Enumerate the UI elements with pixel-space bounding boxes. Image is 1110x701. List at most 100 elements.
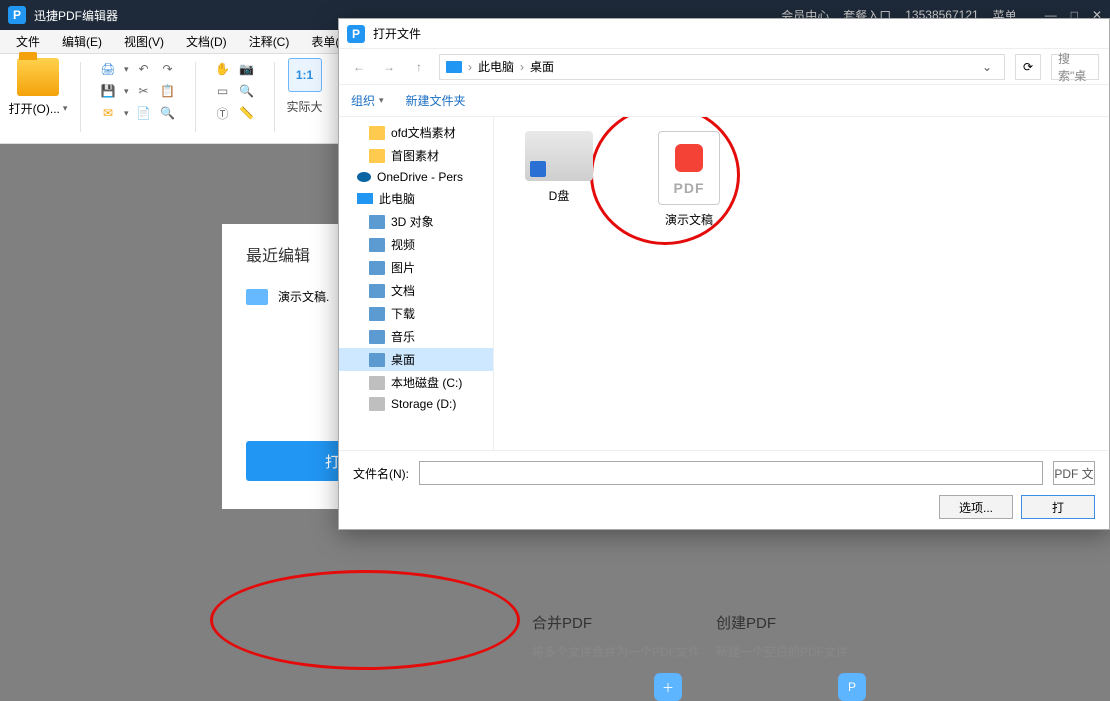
hand-icon[interactable]: ✋ bbox=[214, 60, 232, 78]
file-icon bbox=[246, 289, 268, 305]
tree-item-label: 文档 bbox=[391, 282, 415, 299]
undo-icon[interactable]: ↶ bbox=[135, 60, 153, 78]
file-item-drive[interactable]: D盘 bbox=[514, 131, 604, 204]
app-icon: P bbox=[8, 6, 26, 24]
pc-icon bbox=[357, 193, 373, 204]
tree-item[interactable]: OneDrive - Pers bbox=[339, 167, 493, 187]
create-title: 创建PDF bbox=[716, 612, 886, 633]
tree-item-label: 下载 bbox=[391, 305, 415, 322]
zoom-icon[interactable]: 🔍 bbox=[238, 82, 256, 100]
print-icon[interactable]: 🖨 bbox=[99, 60, 117, 78]
search-placeholder: 搜索"桌 bbox=[1058, 50, 1092, 84]
gen-icon bbox=[369, 284, 385, 298]
tree-item[interactable]: 文档 bbox=[339, 279, 493, 302]
open-label: 打开(O)... bbox=[9, 100, 60, 117]
dialog-title-bar: P 打开文件 bbox=[339, 19, 1109, 49]
filename-label: 文件名(N): bbox=[353, 465, 409, 482]
recent-item-name: 演示文稿. bbox=[278, 288, 329, 305]
chevron-down-icon[interactable]: ▾ bbox=[124, 86, 129, 97]
file-list[interactable]: D盘 PDF 演示文稿 bbox=[494, 117, 1109, 450]
search-input[interactable]: 搜索"桌 bbox=[1051, 54, 1099, 80]
gen-icon bbox=[369, 215, 385, 229]
merge-icon[interactable]: ＋ bbox=[654, 673, 682, 701]
measure-icon[interactable]: 📏 bbox=[238, 104, 256, 122]
breadcrumb-drop[interactable]: ⌄ bbox=[976, 60, 998, 74]
tree-item-label: 桌面 bbox=[391, 351, 415, 368]
onedrive-icon bbox=[357, 172, 371, 182]
breadcrumb[interactable]: › 此电脑 › 桌面 ⌄ bbox=[439, 54, 1005, 80]
tree-item[interactable]: 桌面 bbox=[339, 348, 493, 371]
breadcrumb-root[interactable]: 此电脑 bbox=[478, 58, 514, 75]
gen-icon bbox=[369, 261, 385, 275]
tree-item[interactable]: 视频 bbox=[339, 233, 493, 256]
merge-desc: 将多个文件合并为一个PDF文件 bbox=[532, 643, 702, 661]
tree-item-label: 首图素材 bbox=[391, 147, 439, 164]
open-button[interactable]: 打 bbox=[1021, 495, 1095, 519]
copy-icon[interactable]: 📄 bbox=[135, 104, 153, 122]
disk-icon bbox=[369, 397, 385, 411]
cut-icon[interactable]: ✂ bbox=[135, 82, 153, 100]
file-item-pdf[interactable]: PDF 演示文稿 bbox=[644, 131, 734, 228]
tree-item-label: 视频 bbox=[391, 236, 415, 253]
tree-item[interactable]: 下载 bbox=[339, 302, 493, 325]
menu-document[interactable]: 文档(D) bbox=[178, 31, 235, 52]
snapshot-icon[interactable]: 📷 bbox=[238, 60, 256, 78]
select-icon[interactable]: ▭ bbox=[214, 82, 232, 100]
tree-item-label: 此电脑 bbox=[379, 190, 415, 207]
fold-icon bbox=[369, 126, 385, 140]
options-button[interactable]: 选项... bbox=[939, 495, 1013, 519]
file-label: D盘 bbox=[549, 187, 570, 204]
paste-icon[interactable]: 📋 bbox=[159, 82, 177, 100]
nav-forward-button[interactable]: → bbox=[379, 57, 399, 77]
new-folder-button[interactable]: 新建文件夹 bbox=[406, 92, 466, 109]
tree-item[interactable]: 图片 bbox=[339, 256, 493, 279]
dialog-toolbar: 组织 ▾ 新建文件夹 bbox=[339, 85, 1109, 117]
redo-icon[interactable]: ↷ bbox=[159, 60, 177, 78]
fit-11-icon: 1:1 bbox=[288, 58, 322, 92]
file-label: 演示文稿 bbox=[665, 211, 713, 228]
gen-icon bbox=[369, 307, 385, 321]
pc-icon bbox=[446, 61, 462, 73]
organize-menu[interactable]: 组织 ▾ bbox=[351, 92, 384, 109]
breadcrumb-current[interactable]: 桌面 bbox=[530, 58, 554, 75]
nav-back-button[interactable]: ← bbox=[349, 57, 369, 77]
pdf-icon: PDF bbox=[658, 131, 720, 205]
save-icon[interactable]: 💾 bbox=[99, 82, 117, 100]
menu-view[interactable]: 视图(V) bbox=[116, 31, 172, 52]
menu-file[interactable]: 文件 bbox=[8, 31, 48, 52]
tree-item-label: ofd文档素材 bbox=[391, 124, 456, 141]
folder-open-icon bbox=[17, 58, 59, 96]
tree-item-label: 音乐 bbox=[391, 328, 415, 345]
gen-icon bbox=[369, 330, 385, 344]
search-icon[interactable]: 🔍 bbox=[159, 104, 177, 122]
chevron-down-icon[interactable]: ▾ bbox=[124, 108, 129, 119]
mail-icon[interactable]: ✉ bbox=[99, 104, 117, 122]
chevron-down-icon: ▾ bbox=[379, 95, 384, 106]
menu-edit[interactable]: 编辑(E) bbox=[54, 31, 110, 52]
tree-item[interactable]: 音乐 bbox=[339, 325, 493, 348]
refresh-button[interactable]: ⟳ bbox=[1015, 54, 1041, 80]
filename-input[interactable] bbox=[419, 461, 1043, 485]
tree-item[interactable]: 3D 对象 bbox=[339, 210, 493, 233]
breadcrumb-sep: › bbox=[520, 60, 524, 74]
filetype-select[interactable]: PDF 文 bbox=[1053, 461, 1095, 485]
tree-item[interactable]: Storage (D:) bbox=[339, 394, 493, 414]
nav-up-button[interactable]: ↑ bbox=[409, 57, 429, 77]
chevron-down-icon[interactable]: ▾ bbox=[124, 64, 129, 75]
actual-size-button[interactable]: 1:1 实际大 bbox=[287, 58, 323, 115]
app-icon: P bbox=[347, 25, 365, 43]
open-button[interactable]: 打开(O)...▾ bbox=[8, 58, 68, 117]
tree-item[interactable]: ofd文档素材 bbox=[339, 121, 493, 144]
dialog-footer: 文件名(N): PDF 文 选项... 打 bbox=[339, 450, 1109, 529]
tree-item-label: Storage (D:) bbox=[391, 397, 456, 411]
create-icon[interactable]: P bbox=[838, 673, 866, 701]
tree-item[interactable]: 本地磁盘 (C:) bbox=[339, 371, 493, 394]
tree-item[interactable]: 此电脑 bbox=[339, 187, 493, 210]
file-open-dialog: P 打开文件 ← → ↑ › 此电脑 › 桌面 ⌄ ⟳ 搜索"桌 组织 ▾ 新建… bbox=[338, 18, 1110, 530]
tree-item-label: OneDrive - Pers bbox=[377, 170, 463, 184]
tree-item[interactable]: 首图素材 bbox=[339, 144, 493, 167]
create-desc: 新建一个空白的PDF文件 bbox=[716, 643, 886, 661]
menu-annotate[interactable]: 注释(C) bbox=[241, 31, 298, 52]
folder-tree[interactable]: ofd文档素材首图素材 OneDrive - Pers 此电脑 3D 对象视频图片文档… bbox=[339, 117, 494, 450]
text-select-icon[interactable]: Ⓣ bbox=[214, 104, 232, 122]
